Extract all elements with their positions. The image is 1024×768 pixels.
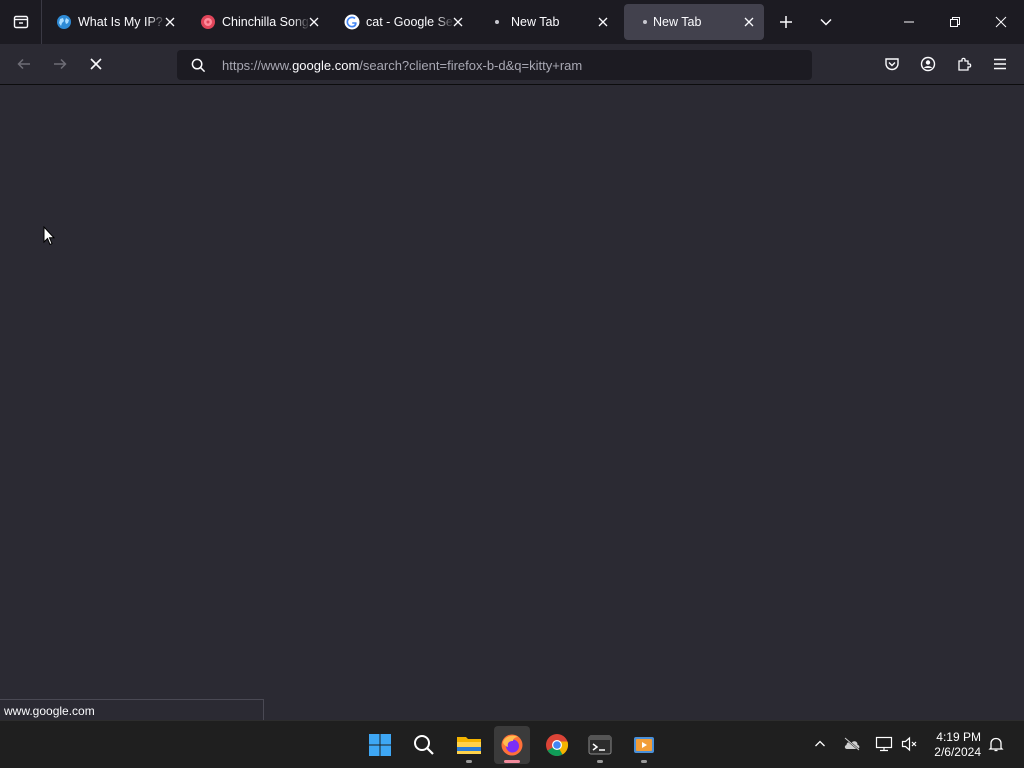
tab-title: New Tab [653,15,702,29]
tab-google-search[interactable]: cat - Google Search [331,4,473,40]
folder-icon [457,737,481,754]
tab-new-tab-active[interactable]: New Tab [624,4,764,40]
minimize-button[interactable] [886,0,932,44]
network-button[interactable] [874,733,894,755]
firefox-icon [501,734,523,756]
speaker-muted-icon [901,736,917,752]
tab-bar: What Is My IP? Best Chinchilla Songs cat… [0,0,1024,44]
google-icon [344,14,360,30]
stop-icon [90,58,102,70]
tab-whatismyip[interactable]: What Is My IP? Best [43,4,185,40]
firefox-view-button[interactable] [0,0,42,44]
url-text[interactable]: https://www.google.com/search?client=fir… [222,58,582,73]
close-tab-icon[interactable] [305,13,323,31]
restore-button[interactable] [932,0,978,44]
loading-dot-icon [489,14,505,30]
search-icon [414,735,434,755]
chrome-icon [546,734,569,756]
close-tab-icon[interactable] [594,13,612,31]
windows-logo-icon [369,734,391,756]
url-host: google.com [292,58,360,73]
terminal-taskbar-button[interactable] [582,726,618,764]
tab-chinchilla-songs[interactable]: Chinchilla Songs [187,4,329,40]
account-button[interactable] [914,50,942,78]
status-link-preview: www.google.com [0,699,264,720]
puzzle-icon [958,57,972,71]
tab-title: Chinchilla Songs [222,15,310,29]
plus-icon [780,16,792,28]
search-icon [190,57,206,73]
terminal-icon [588,735,612,755]
tab-new-tab[interactable]: New Tab [476,4,618,40]
search-taskbar-button[interactable] [406,726,442,764]
media-player-taskbar-button[interactable] [626,726,662,764]
extensions-button[interactable] [950,50,978,78]
url-prefix: https://www. [222,58,293,73]
mouse-cursor-icon [43,226,55,246]
onedrive-button[interactable] [842,733,862,755]
tab-title: cat - Google Search [366,15,454,29]
file-explorer-button[interactable] [451,726,487,764]
network-icon [875,736,893,752]
firefox-taskbar-button[interactable] [494,726,530,764]
list-all-tabs-button[interactable] [812,8,840,36]
new-tab-button[interactable] [772,8,800,36]
system-clock[interactable]: 4:19 PM 2/6/2024 [934,730,981,760]
tab-title: New Tab [511,15,560,29]
pocket-icon [885,58,899,71]
close-tab-icon[interactable] [449,13,467,31]
hamburger-menu-icon [994,58,1006,70]
windows-taskbar: 4:19 PM 2/6/2024 [0,720,1024,768]
address-bar[interactable]: https://www.google.com/search?client=fir… [177,50,812,80]
navigation-toolbar: https://www.google.com/search?client=fir… [0,44,1024,85]
cloud-offline-icon [844,737,860,751]
loading-dot-icon [637,14,653,30]
volume-button[interactable] [900,733,920,755]
restore-icon [950,17,960,27]
globe-icon [56,14,72,30]
chevron-up-icon [815,740,825,747]
running-indicator [641,760,647,763]
chevron-down-icon [820,18,832,26]
arrow-right-icon [54,58,67,70]
pocket-button[interactable] [878,50,906,78]
minimize-icon [904,21,914,23]
show-hidden-icons-button[interactable] [812,733,828,755]
page-content[interactable] [0,85,1024,720]
running-indicator [466,760,472,763]
arrow-left-icon [17,58,30,70]
close-window-button[interactable] [978,0,1024,44]
clock-time: 4:19 PM [936,730,981,744]
forward-button[interactable] [46,50,74,78]
start-button[interactable] [362,726,398,764]
close-tab-icon[interactable] [161,13,179,31]
running-indicator [597,760,603,763]
music-icon [200,14,216,30]
url-suffix: /search?client=firefox-b-d&q=kitty+ram [359,58,583,73]
firefox-view-icon [13,15,28,29]
stop-button[interactable] [82,50,110,78]
media-player-icon [634,737,654,753]
close-tab-icon[interactable] [740,13,758,31]
chrome-taskbar-button[interactable] [539,726,575,764]
bell-icon [988,737,1004,752]
close-icon [995,16,1007,28]
account-icon [920,56,936,72]
tab-title: What Is My IP? Best [78,15,166,29]
clock-date: 2/6/2024 [934,745,981,759]
running-indicator [504,760,520,763]
notifications-button[interactable] [986,733,1006,755]
menu-button[interactable] [986,50,1014,78]
back-button[interactable] [10,50,38,78]
